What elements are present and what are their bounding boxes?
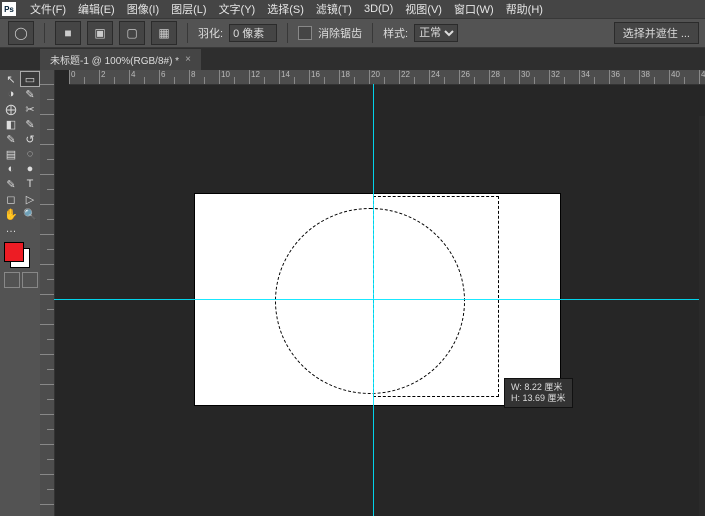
menu-help[interactable]: 帮助(H): [500, 1, 549, 17]
antialias-checkbox[interactable]: [298, 26, 312, 40]
document-tabs: 未标题-1 @ 100%(RGB/8#) * ×: [0, 48, 705, 70]
guide-vertical[interactable]: [373, 84, 374, 516]
shape-tool[interactable]: ▷: [21, 192, 39, 206]
menu-layer[interactable]: 图层(L): [165, 1, 212, 17]
quickmask-toggle[interactable]: [4, 272, 40, 288]
selection-intersect-icon[interactable]: ▦: [151, 21, 177, 45]
dimensions-tooltip: W: 8.22 厘米 H: 13.69 厘米: [504, 378, 573, 408]
style-select[interactable]: 正常: [414, 24, 458, 42]
options-bar: ◯ ■ ▣ ▢ ▦ 羽化: 消除锯齿 样式: 正常 选择并遮住 ...: [0, 18, 705, 48]
viewport[interactable]: W: 8.22 厘米 H: 13.69 厘米: [54, 84, 705, 516]
tooltip-h-label: H:: [511, 393, 520, 403]
ruler-vertical[interactable]: [40, 84, 55, 516]
blur-tool[interactable]: ◐: [2, 162, 20, 176]
menu-filter[interactable]: 滤镜(T): [310, 1, 358, 17]
hand-tool[interactable]: ✋: [2, 207, 20, 221]
app-logo: Ps: [2, 2, 16, 16]
close-icon[interactable]: ×: [185, 54, 191, 65]
crop-tool[interactable]: ⨁: [2, 102, 20, 116]
workspace: ↖ ▭ ◑ ✎ ⨁ ✂ ◧ ✎ ✎ ↺ ▤ ◌ ◐ ● ✎ T ◻ ▷ ✋ 🔍 …: [0, 70, 705, 516]
move-tool[interactable]: ↖: [2, 72, 20, 86]
menu-file[interactable]: 文件(F): [24, 1, 72, 17]
foreground-color-swatch[interactable]: [4, 242, 24, 262]
healing-tool[interactable]: ◧: [2, 117, 20, 131]
canvas-stage: 0246810121416182022242628303234363840424…: [40, 70, 705, 516]
blank: [21, 222, 39, 236]
history-brush-tool[interactable]: ↺: [21, 132, 39, 146]
tooltip-w-label: W:: [511, 382, 522, 392]
marquee-tool[interactable]: ▭: [21, 72, 39, 86]
ruler-origin[interactable]: [40, 70, 55, 85]
menu-window[interactable]: 窗口(W): [448, 1, 500, 17]
ruler-row: 0246810121416182022242628303234363840424…: [40, 70, 705, 85]
stamp-tool[interactable]: ✎: [2, 132, 20, 146]
right-panel-dock[interactable]: [699, 116, 705, 516]
feather-input[interactable]: [229, 24, 277, 42]
style-label: 样式:: [383, 25, 408, 41]
select-and-mask-button[interactable]: 选择并遮住 ...: [614, 22, 699, 44]
selection-add-icon[interactable]: ▣: [87, 21, 113, 45]
tooltip-h-value: 13.69 厘米: [523, 393, 566, 403]
separator: [187, 23, 188, 43]
gradient-tool[interactable]: ◌: [21, 147, 39, 161]
menu-type[interactable]: 文字(Y): [213, 1, 262, 17]
tool-preset-icon[interactable]: ◯: [8, 21, 34, 45]
menu-view[interactable]: 视图(V): [399, 1, 448, 17]
separator: [372, 23, 373, 43]
menu-select[interactable]: 选择(S): [261, 1, 310, 17]
quick-select-tool[interactable]: ✎: [21, 87, 39, 101]
dodge-tool[interactable]: ●: [21, 162, 39, 176]
selection-subtract-icon[interactable]: ▢: [119, 21, 145, 45]
menu-image[interactable]: 图像(I): [121, 1, 165, 17]
selection-new-icon[interactable]: ■: [55, 21, 81, 45]
tooltip-w-value: 8.22 厘米: [524, 382, 562, 392]
zoom-tool[interactable]: 🔍: [21, 207, 39, 221]
ruler-horizontal[interactable]: 0246810121416182022242628303234363840424…: [69, 70, 705, 85]
antialias-label: 消除锯齿: [318, 25, 362, 41]
document-tab[interactable]: 未标题-1 @ 100%(RGB/8#) * ×: [40, 49, 201, 70]
menu-3d[interactable]: 3D(D): [358, 3, 399, 15]
menu-bar: Ps 文件(F) 编辑(E) 图像(I) 图层(L) 文字(Y) 选择(S) 滤…: [0, 0, 705, 18]
separator: [44, 23, 45, 43]
document-tab-title: 未标题-1 @ 100%(RGB/8#) *: [50, 52, 179, 67]
color-swatch[interactable]: [4, 242, 30, 268]
toolbox: ↖ ▭ ◑ ✎ ⨁ ✂ ◧ ✎ ✎ ↺ ▤ ◌ ◐ ● ✎ T ◻ ▷ ✋ 🔍 …: [0, 70, 40, 516]
type-tool[interactable]: T: [21, 177, 39, 191]
brush-tool[interactable]: ✎: [21, 117, 39, 131]
pen-tool[interactable]: ✎: [2, 177, 20, 191]
lasso-tool[interactable]: ◑: [2, 87, 20, 101]
eyedropper-tool[interactable]: ✂: [21, 102, 39, 116]
eraser-tool[interactable]: ▤: [2, 147, 20, 161]
separator: [287, 23, 288, 43]
feather-label: 羽化:: [198, 25, 223, 41]
rectangle-selection-marquee: [373, 196, 499, 397]
menu-edit[interactable]: 编辑(E): [72, 1, 121, 17]
edit-toolbar[interactable]: …: [2, 222, 20, 236]
guide-horizontal[interactable]: [54, 299, 705, 300]
path-select-tool[interactable]: ◻: [2, 192, 20, 206]
